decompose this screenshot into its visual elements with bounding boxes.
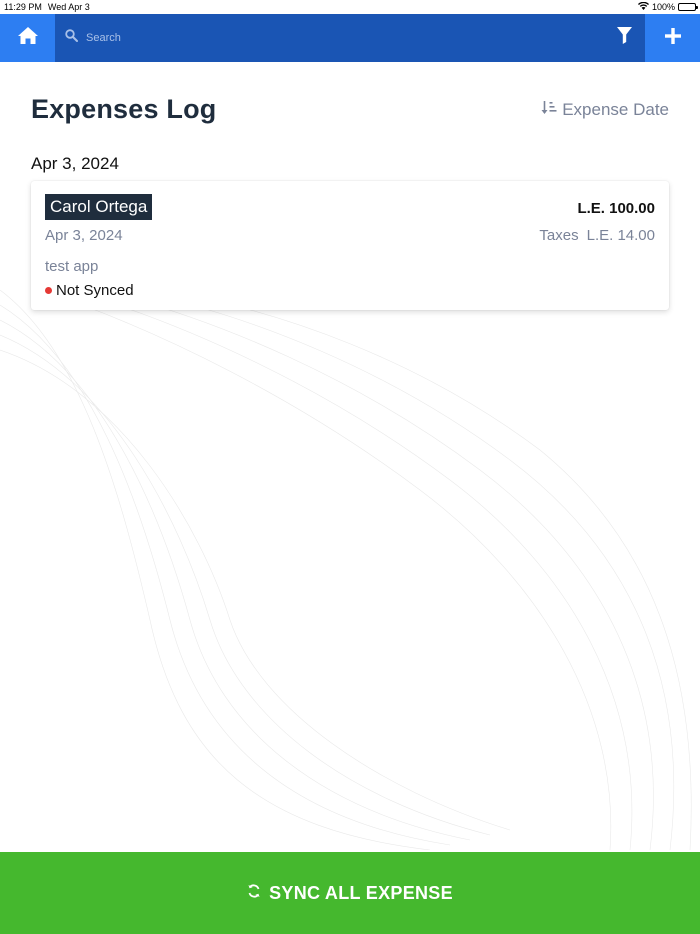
sort-by-expense-date[interactable]: Expense Date [541,100,669,120]
battery-percent: 100% [651,2,675,12]
sort-label: Expense Date [562,100,669,119]
sync-all-button[interactable]: SYNC ALL EXPENSE [0,852,700,934]
filter-button[interactable] [612,26,636,50]
expense-taxes: Taxes L.E. 14.00 [539,227,655,244]
status-dot-icon [45,287,52,294]
home-button[interactable] [0,14,55,62]
sort-icon [541,100,557,120]
background-wave-pattern [0,290,692,850]
search-bar [55,14,605,62]
status-bar: 11:29 PM Wed Apr 3 100% [0,0,700,14]
expense-date: Apr 3, 2024 [45,227,123,244]
sync-icon [247,884,261,903]
add-expense-button[interactable] [645,14,700,62]
expense-description: test app [45,258,99,275]
search-icon [65,29,78,47]
status-time: 11:29 PM [4,2,42,12]
top-bar [0,14,700,62]
wifi-icon [637,1,649,12]
sync-all-label: SYNC ALL EXPENSE [269,882,453,903]
status-date: Wed Apr 3 [47,2,90,12]
filter-icon [616,27,632,49]
status-left: 11:29 PM Wed Apr 3 [4,2,90,12]
page-title: Expenses Log [31,94,217,124]
expense-amount: L.E. 100.00 [577,200,655,217]
taxes-label: Taxes [539,227,579,244]
plus-icon [664,27,681,49]
search-input[interactable] [86,32,486,44]
home-icon [17,26,39,50]
status-right: 100% [637,1,698,12]
battery-icon [678,3,698,11]
employee-name: Carol Ortega [45,194,153,220]
expense-card[interactable]: Carol Ortega L.E. 100.00 Apr 3, 2024 Tax… [31,181,669,310]
sync-status-label: Not Synced [56,282,134,299]
taxes-value: L.E. 14.00 [586,227,655,244]
sync-status: Not Synced [45,282,134,299]
group-date-header: Apr 3, 2024 [31,154,119,173]
app-root: 11:29 PM Wed Apr 3 100% Search Expenses … [0,0,700,934]
